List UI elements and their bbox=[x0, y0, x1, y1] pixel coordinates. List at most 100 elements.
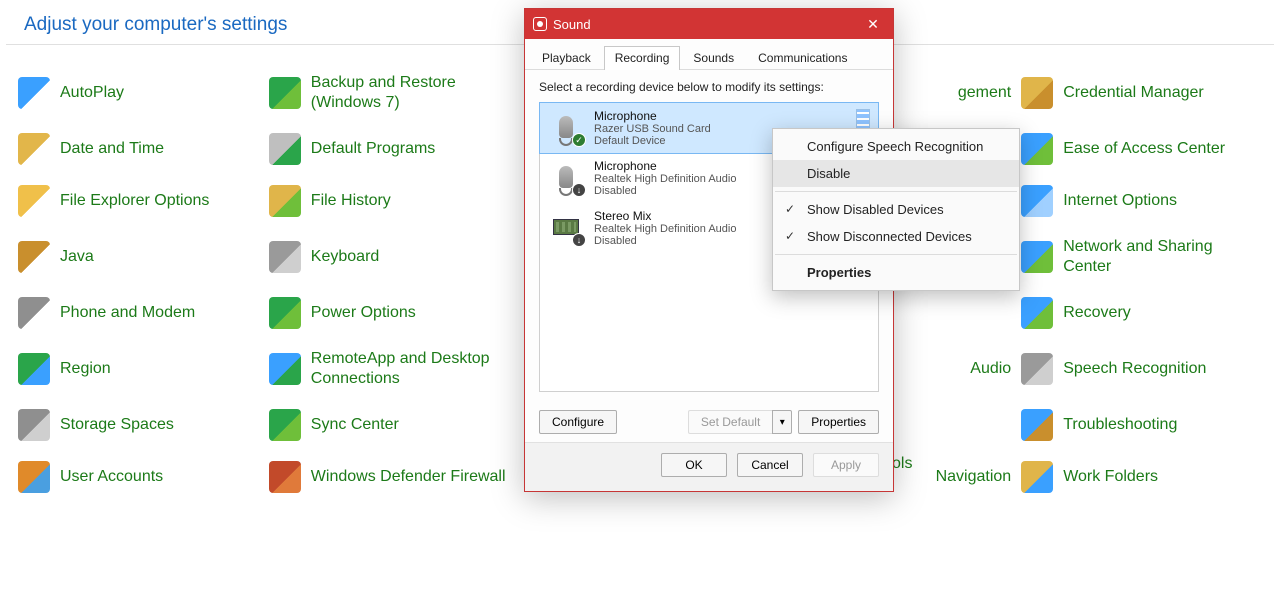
set-default-button[interactable]: Set Default bbox=[688, 410, 772, 434]
category-icon bbox=[269, 297, 301, 329]
category-label[interactable]: Power Options bbox=[311, 303, 416, 323]
menu-item-configure-speech-recognition[interactable]: Configure Speech Recognition bbox=[773, 133, 1019, 160]
device-desc: Realtek High Definition Audio bbox=[594, 223, 736, 235]
cp-item-storage-spaces[interactable]: Storage Spaces bbox=[18, 405, 259, 445]
category-label[interactable]: Recovery bbox=[1063, 303, 1131, 323]
category-icon bbox=[269, 133, 301, 165]
category-label[interactable]: Windows Defender Firewall bbox=[311, 467, 506, 487]
cp-item-backup-and-restore-windows-7-[interactable]: Backup and Restore (Windows 7) bbox=[269, 69, 510, 117]
category-label[interactable]: File Explorer Options bbox=[60, 191, 209, 211]
cp-item-java[interactable]: Java bbox=[18, 233, 259, 281]
category-label[interactable]: Internet Options bbox=[1063, 191, 1177, 211]
device-context-menu: Configure Speech RecognitionDisable Show … bbox=[772, 128, 1020, 291]
category-icon bbox=[18, 461, 50, 493]
category-label[interactable]: Backup and Restore (Windows 7) bbox=[311, 73, 510, 113]
menu-item-disable[interactable]: Disable bbox=[773, 160, 1019, 187]
tab-playback[interactable]: Playback bbox=[531, 46, 602, 70]
cp-item-sync-center[interactable]: Sync Center bbox=[269, 405, 510, 445]
category-label[interactable]: Ease of Access Center bbox=[1063, 139, 1225, 159]
category-label[interactable]: RemoteApp and Desktop Connections bbox=[311, 349, 510, 389]
category-icon-wrap bbox=[18, 77, 50, 109]
device-name: Stereo Mix bbox=[594, 209, 736, 223]
dialog-commit-row: OK Cancel Apply bbox=[525, 442, 893, 491]
category-icon-wrap bbox=[269, 353, 301, 385]
category-icon bbox=[1021, 297, 1053, 329]
cp-item-phone-and-modem[interactable]: Phone and Modem bbox=[18, 293, 259, 333]
category-icon bbox=[269, 353, 301, 385]
category-label[interactable]: Default Programs bbox=[311, 139, 436, 159]
cp-item-power-options[interactable]: Power Options bbox=[269, 293, 510, 333]
cp-item-recovery[interactable]: Recovery bbox=[1021, 293, 1262, 333]
cp-item-region[interactable]: Region bbox=[18, 345, 259, 393]
category-label[interactable]: Work Folders bbox=[1063, 467, 1158, 487]
device-name: Microphone bbox=[594, 109, 711, 123]
category-label[interactable]: AutoPlay bbox=[60, 83, 124, 103]
category-icon-wrap bbox=[18, 241, 50, 273]
apply-button[interactable]: Apply bbox=[813, 453, 879, 477]
category-icon bbox=[269, 185, 301, 217]
category-label[interactable]: User Accounts bbox=[60, 467, 163, 487]
tab-communications[interactable]: Communications bbox=[747, 46, 858, 70]
category-label[interactable]: Java bbox=[60, 247, 94, 267]
category-icon-wrap bbox=[1021, 133, 1053, 165]
microphone-icon bbox=[548, 159, 584, 195]
configure-button[interactable]: Configure bbox=[539, 410, 617, 434]
cp-item-keyboard[interactable]: Keyboard bbox=[269, 233, 510, 281]
properties-button[interactable]: Properties bbox=[798, 410, 879, 434]
dialog-titlebar[interactable]: Sound ✕ bbox=[525, 9, 893, 39]
cp-item-user-accounts[interactable]: User Accounts bbox=[18, 457, 259, 497]
category-label-partial[interactable]: Audio bbox=[970, 359, 1011, 379]
category-label-partial[interactable]: Navigation bbox=[936, 467, 1012, 487]
category-icon bbox=[18, 133, 50, 165]
disabled-icon bbox=[572, 233, 586, 247]
dialog-tabs: PlaybackRecordingSoundsCommunications bbox=[525, 39, 893, 70]
category-icon bbox=[1021, 133, 1053, 165]
category-icon-wrap bbox=[1021, 185, 1053, 217]
category-icon-wrap bbox=[1021, 77, 1053, 109]
chevron-down-icon[interactable]: ▾ bbox=[772, 410, 792, 434]
category-label[interactable]: Credential Manager bbox=[1063, 83, 1204, 103]
category-label[interactable]: Speech Recognition bbox=[1063, 359, 1206, 379]
category-label[interactable]: File History bbox=[311, 191, 391, 211]
category-label[interactable]: Troubleshooting bbox=[1063, 415, 1177, 435]
category-icon-wrap bbox=[18, 409, 50, 441]
cp-item-internet-options[interactable]: Internet Options bbox=[1021, 181, 1262, 221]
category-icon-wrap bbox=[18, 133, 50, 165]
device-state: Disabled bbox=[594, 235, 736, 247]
cp-item-network-and-sharing-center[interactable]: Network and Sharing Center bbox=[1021, 233, 1262, 281]
cp-item-credential-manager[interactable]: Credential Manager bbox=[1021, 69, 1262, 117]
cp-item-work-folders[interactable]: Work Folders bbox=[1021, 457, 1262, 497]
cp-item-speech-recognition[interactable]: Speech Recognition bbox=[1021, 345, 1262, 393]
cp-item-date-and-time[interactable]: Date and Time bbox=[18, 129, 259, 169]
cp-item-troubleshooting[interactable]: Troubleshooting bbox=[1021, 405, 1262, 445]
disabled-icon bbox=[572, 183, 586, 197]
category-label[interactable]: Date and Time bbox=[60, 139, 164, 159]
cancel-button[interactable]: Cancel bbox=[737, 453, 803, 477]
cp-item-remoteapp-and-desktop-connections[interactable]: RemoteApp and Desktop Connections bbox=[269, 345, 510, 393]
cp-item-default-programs[interactable]: Default Programs bbox=[269, 129, 510, 169]
category-label[interactable]: Keyboard bbox=[311, 247, 380, 267]
category-label[interactable]: Phone and Modem bbox=[60, 303, 195, 323]
category-label[interactable]: Sync Center bbox=[311, 415, 399, 435]
set-default-dropdown[interactable]: Set Default ▾ bbox=[688, 410, 792, 434]
menu-item-show-disconnected-devices[interactable]: Show Disconnected Devices bbox=[773, 223, 1019, 250]
cp-item-autoplay[interactable]: AutoPlay bbox=[18, 69, 259, 117]
category-icon bbox=[1021, 241, 1053, 273]
category-label[interactable]: Storage Spaces bbox=[60, 415, 174, 435]
category-label-partial[interactable]: gement bbox=[958, 83, 1011, 103]
tab-recording[interactable]: Recording bbox=[604, 46, 681, 70]
cp-item-windows-defender-firewall[interactable]: Windows Defender Firewall bbox=[269, 457, 510, 497]
category-icon-wrap bbox=[269, 133, 301, 165]
menu-item-properties[interactable]: Properties bbox=[773, 259, 1019, 286]
cp-item-ease-of-access-center[interactable]: Ease of Access Center bbox=[1021, 129, 1262, 169]
cp-item-file-explorer-options[interactable]: File Explorer Options bbox=[18, 181, 259, 221]
category-label-partial[interactable]: ols bbox=[892, 455, 912, 473]
ok-button[interactable]: OK bbox=[661, 453, 727, 477]
category-icon-wrap bbox=[18, 353, 50, 385]
category-label[interactable]: Network and Sharing Center bbox=[1063, 237, 1262, 277]
menu-item-show-disabled-devices[interactable]: Show Disabled Devices bbox=[773, 196, 1019, 223]
category-label[interactable]: Region bbox=[60, 359, 111, 379]
close-icon[interactable]: ✕ bbox=[859, 13, 887, 35]
cp-item-file-history[interactable]: File History bbox=[269, 181, 510, 221]
tab-sounds[interactable]: Sounds bbox=[682, 46, 745, 70]
